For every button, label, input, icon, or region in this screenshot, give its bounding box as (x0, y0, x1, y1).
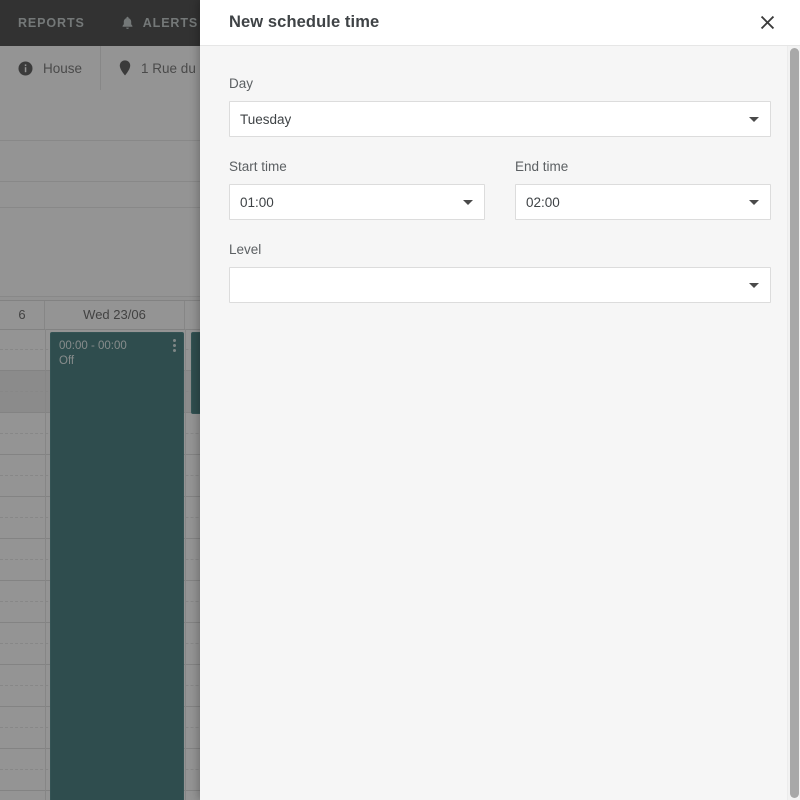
dialog-header: New schedule time (200, 0, 800, 46)
end-time-select[interactable]: 02:00 (515, 184, 771, 220)
dialog-scrollbar-thumb[interactable] (790, 48, 799, 798)
label-day: Day (229, 76, 771, 91)
field-end-time: End time 02:00 (515, 159, 771, 220)
label-start-time: Start time (229, 159, 485, 174)
level-select[interactable] (229, 267, 771, 303)
field-day: Day Tuesday (229, 76, 771, 137)
field-start-time: Start time 01:00 (229, 159, 485, 220)
new-schedule-time-dialog: New schedule time Day Tuesday Start time (200, 0, 800, 800)
close-icon[interactable] (754, 10, 780, 36)
chevron-down-icon (749, 200, 759, 205)
chevron-down-icon (749, 117, 759, 122)
field-level: Level (229, 242, 771, 303)
chevron-down-icon (463, 200, 473, 205)
day-select[interactable]: Tuesday (229, 101, 771, 137)
start-time-select[interactable]: 01:00 (229, 184, 485, 220)
app-root: REPORTS ALERTS (0, 0, 800, 800)
dialog-scrollbar[interactable] (787, 46, 800, 800)
chevron-down-icon (749, 283, 759, 288)
time-range-row: Start time 01:00 End time 02:00 (229, 159, 771, 242)
end-time-select-value: 02:00 (526, 195, 560, 210)
day-select-value: Tuesday (240, 112, 291, 127)
label-end-time: End time (515, 159, 771, 174)
start-time-select-value: 01:00 (240, 195, 274, 210)
dialog-title: New schedule time (229, 13, 379, 32)
label-level: Level (229, 242, 771, 257)
dialog-body: Day Tuesday Start time 01:00 End time (200, 46, 800, 800)
